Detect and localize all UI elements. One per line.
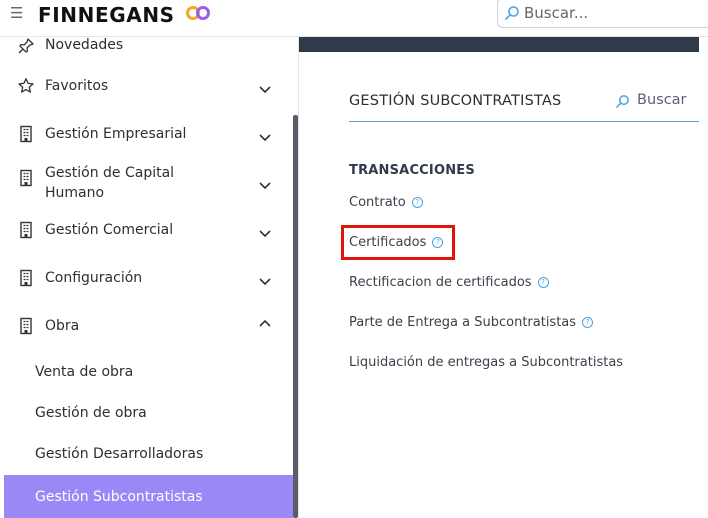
module-search-label: Buscar	[637, 92, 687, 108]
sidebar-item-novedades[interactable]: Novedades	[4, 37, 293, 65]
chevron-down-icon[interactable]	[259, 86, 271, 94]
building-icon	[20, 169, 32, 187]
sidebar-item-gestion-capital-humano[interactable]: Gestión de Capital Humano	[4, 163, 293, 205]
building-icon	[20, 269, 32, 287]
page-title: GESTIÓN SUBCONTRATISTAS	[349, 93, 562, 109]
transaction-label[interactable]: Parte de Entrega a Subcontratistas	[349, 315, 576, 330]
section-title-transacciones: TRANSACCIONES	[349, 163, 475, 178]
pin-icon	[18, 38, 34, 54]
sidebar-subitem-label: Gestión Subcontratistas	[35, 489, 203, 505]
transaction-link-contrato[interactable]: Contrato?	[349, 195, 423, 210]
sidebar-item-label: Gestión de Capital Humano	[45, 165, 175, 201]
help-icon[interactable]: ?	[411, 197, 423, 208]
sidebar-item-gestion-empresarial[interactable]: Gestión Empresarial	[4, 123, 293, 147]
menu-icon[interactable]: ☰	[10, 4, 23, 22]
brand-mark-icon	[186, 6, 210, 20]
chevron-down-icon[interactable]	[259, 182, 271, 190]
sidebar-item-favoritos[interactable]: Favoritos	[4, 75, 293, 99]
main-panel: GESTIÓN SUBCONTRATISTAS Buscar TRANSACCI…	[298, 37, 699, 518]
help-icon[interactable]: ?	[537, 277, 549, 288]
main-header-strip	[299, 37, 699, 52]
transaction-label[interactable]: Contrato	[349, 195, 406, 210]
building-icon	[20, 317, 32, 335]
sidebar-subitem-gestion-desarrolladoras[interactable]: Gestión Desarrolladoras	[4, 434, 293, 474]
sidebar: Novedades Favoritos Gestión Empresarial …	[4, 37, 298, 518]
sidebar-subitem-gestion-subcontratistas[interactable]: Gestión Subcontratistas	[4, 475, 293, 518]
search-icon	[505, 6, 519, 20]
sidebar-item-label: Novedades	[45, 37, 124, 53]
sidebar-subitem-label: Gestión de obra	[35, 405, 147, 421]
star-icon	[18, 78, 34, 93]
chevron-down-icon[interactable]	[259, 230, 271, 238]
sidebar-subitem-label: Venta de obra	[35, 364, 134, 380]
chevron-down-icon[interactable]	[259, 278, 271, 286]
sidebar-subitem-gestion-de-obra[interactable]: Gestión de obra	[4, 393, 293, 433]
transaction-link-rectificacion-de-certificados[interactable]: Rectificacion de certificados?	[349, 275, 549, 290]
sidebar-subitem-venta-de-obra[interactable]: Venta de obra	[4, 352, 293, 392]
transaction-label[interactable]: Liquidación de entregas a Subcontratista…	[349, 355, 623, 370]
chevron-up-icon[interactable]	[259, 319, 271, 327]
building-icon	[20, 221, 32, 239]
global-search[interactable]	[497, 0, 708, 28]
global-search-input[interactable]	[524, 1, 704, 25]
sidebar-item-label: Configuración	[45, 270, 143, 286]
sidebar-subitem-label: Gestión Desarrolladoras	[35, 446, 204, 462]
transaction-link-parte-de-entrega[interactable]: Parte de Entrega a Subcontratistas?	[349, 315, 594, 330]
search-icon	[616, 95, 629, 108]
sidebar-item-obra[interactable]: Obra	[4, 315, 293, 339]
sidebar-item-configuracion[interactable]: Configuración	[4, 267, 293, 291]
brand-logo: FINNEGANS	[38, 3, 175, 27]
sidebar-item-label: Favoritos	[45, 78, 109, 94]
sidebar-item-label: Obra	[45, 318, 80, 334]
building-icon	[20, 125, 32, 143]
transaction-link-liquidacion-de-entregas[interactable]: Liquidación de entregas a Subcontratista…	[349, 355, 623, 370]
title-divider	[349, 121, 699, 122]
chevron-down-icon[interactable]	[259, 134, 271, 142]
top-bar: ☰ FINNEGANS	[0, 0, 708, 37]
highlight-box	[341, 225, 455, 260]
module-search-button[interactable]: Buscar	[615, 92, 699, 114]
help-icon[interactable]: ?	[582, 317, 594, 328]
sidebar-item-label: Gestión Comercial	[45, 222, 174, 238]
sidebar-item-label: Gestión Empresarial	[45, 126, 187, 142]
transaction-label[interactable]: Rectificacion de certificados	[349, 275, 532, 290]
sidebar-item-gestion-comercial[interactable]: Gestión Comercial	[4, 219, 293, 243]
